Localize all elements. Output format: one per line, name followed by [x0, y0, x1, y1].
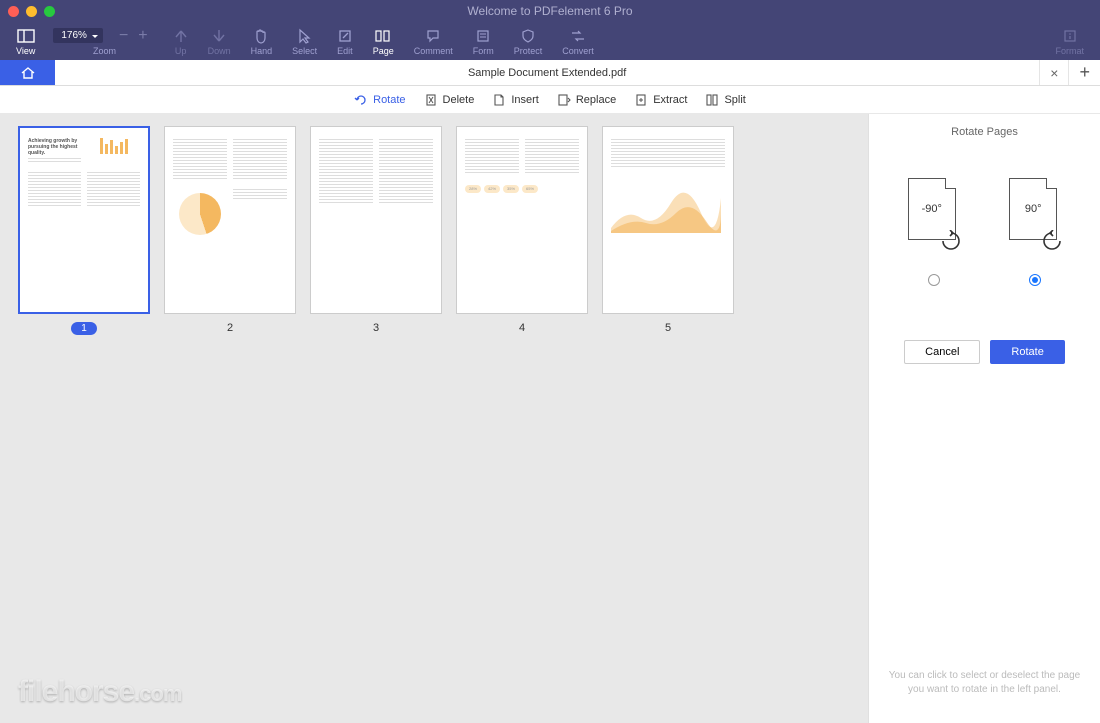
page-thumbnail-3[interactable]: 3: [310, 126, 442, 334]
convert-button[interactable]: Convert: [552, 22, 604, 60]
arrow-down-icon: [212, 27, 226, 45]
insert-icon: [492, 93, 506, 107]
rotate-icon: [354, 93, 368, 107]
zoom-in-button[interactable]: +: [138, 27, 147, 45]
minimize-window-button[interactable]: [26, 6, 37, 17]
zoom-control: 176% − + Zoom: [45, 27, 163, 56]
up-button[interactable]: Up: [164, 22, 198, 60]
titlebar: Welcome to PDFelement 6 Pro: [0, 0, 1100, 22]
page-number: 3: [373, 322, 379, 334]
main-toolbar: View 176% − + Zoom Up Down Hand Select E…: [0, 22, 1100, 60]
tab-bar: Sample Document Extended.pdf × +: [0, 60, 1100, 86]
form-icon: [476, 27, 490, 45]
page-number-badge: 1: [71, 322, 97, 335]
delete-tool[interactable]: Delete: [424, 93, 475, 107]
panel-hint: You can click to select or deselect the …: [883, 669, 1086, 711]
rotate-neg90-option[interactable]: -90°: [904, 178, 964, 286]
arrow-up-icon: [174, 27, 188, 45]
page-preview: [164, 126, 296, 314]
zoom-window-button[interactable]: [44, 6, 55, 17]
shield-icon: [521, 27, 535, 45]
window-controls: [8, 6, 55, 17]
extract-tool[interactable]: Extract: [634, 93, 687, 107]
home-icon: [20, 66, 36, 80]
page-number: 5: [665, 322, 671, 334]
thumbnails-pane: Achieving growth by pursuing the highest…: [0, 114, 868, 723]
hand-button[interactable]: Hand: [241, 22, 283, 60]
convert-icon: [570, 27, 586, 45]
rotate-pos90-option[interactable]: 90°: [1005, 178, 1065, 286]
zoom-out-button[interactable]: −: [119, 27, 128, 45]
page-number: 2: [227, 322, 233, 334]
rotate-ccw-icon: [940, 230, 962, 252]
form-button[interactable]: Form: [463, 22, 504, 60]
view-button[interactable]: View: [6, 22, 45, 60]
add-tab-button[interactable]: +: [1068, 60, 1100, 85]
main-area: Achieving growth by pursuing the highest…: [0, 114, 1100, 723]
page-button[interactable]: Page: [363, 22, 404, 60]
view-icon: [17, 27, 35, 45]
hand-icon: [254, 27, 268, 45]
panel-title: Rotate Pages: [883, 126, 1086, 138]
edit-icon: [338, 27, 352, 45]
zoom-dropdown[interactable]: 176%: [53, 28, 103, 43]
window-title: Welcome to PDFelement 6 Pro: [0, 4, 1100, 18]
radio-neg90[interactable]: [928, 274, 940, 286]
watermark: filehorse.com: [18, 675, 181, 709]
rotate-cw-icon: [1041, 230, 1063, 252]
page-thumbnail-4[interactable]: 28% 42% 35% 65% 4: [456, 126, 588, 334]
home-tab[interactable]: [0, 60, 55, 85]
rotate-tool[interactable]: Rotate: [354, 93, 405, 107]
page-number: 4: [519, 322, 525, 334]
page-thumbnail-2[interactable]: 2: [164, 126, 296, 334]
split-icon: [705, 93, 719, 107]
down-button[interactable]: Down: [198, 22, 241, 60]
page-thumbnail-5[interactable]: 5: [602, 126, 734, 334]
radio-pos90[interactable]: [1029, 274, 1041, 286]
format-button[interactable]: Format: [1045, 22, 1094, 60]
close-tab-button[interactable]: ×: [1039, 60, 1068, 85]
comment-icon: [426, 27, 440, 45]
cancel-button[interactable]: Cancel: [904, 340, 980, 364]
extract-icon: [634, 93, 648, 107]
replace-tool[interactable]: Replace: [557, 93, 616, 107]
page-preview: 28% 42% 35% 65%: [456, 126, 588, 314]
page-preview: [602, 126, 734, 314]
page-icon: [375, 27, 391, 45]
close-window-button[interactable]: [8, 6, 19, 17]
page-preview: Achieving growth by pursuing the highest…: [18, 126, 150, 314]
insert-tool[interactable]: Insert: [492, 93, 539, 107]
delete-icon: [424, 93, 438, 107]
comment-button[interactable]: Comment: [404, 22, 463, 60]
page-preview: [310, 126, 442, 314]
info-icon: [1063, 27, 1077, 45]
document-tab-label: Sample Document Extended.pdf: [468, 67, 626, 79]
protect-button[interactable]: Protect: [504, 22, 553, 60]
replace-icon: [557, 93, 571, 107]
rotate-button[interactable]: Rotate: [990, 340, 1064, 364]
select-button[interactable]: Select: [282, 22, 327, 60]
edit-button[interactable]: Edit: [327, 22, 363, 60]
page-subtoolbar: Rotate Delete Insert Replace Extract Spl…: [0, 86, 1100, 114]
cursor-icon: [298, 27, 312, 45]
document-tab[interactable]: Sample Document Extended.pdf: [55, 60, 1039, 85]
page-thumbnail-1[interactable]: Achieving growth by pursuing the highest…: [18, 126, 150, 335]
rotate-panel: Rotate Pages -90° 90° Cancel Rotate You: [868, 114, 1100, 723]
split-tool[interactable]: Split: [705, 93, 745, 107]
